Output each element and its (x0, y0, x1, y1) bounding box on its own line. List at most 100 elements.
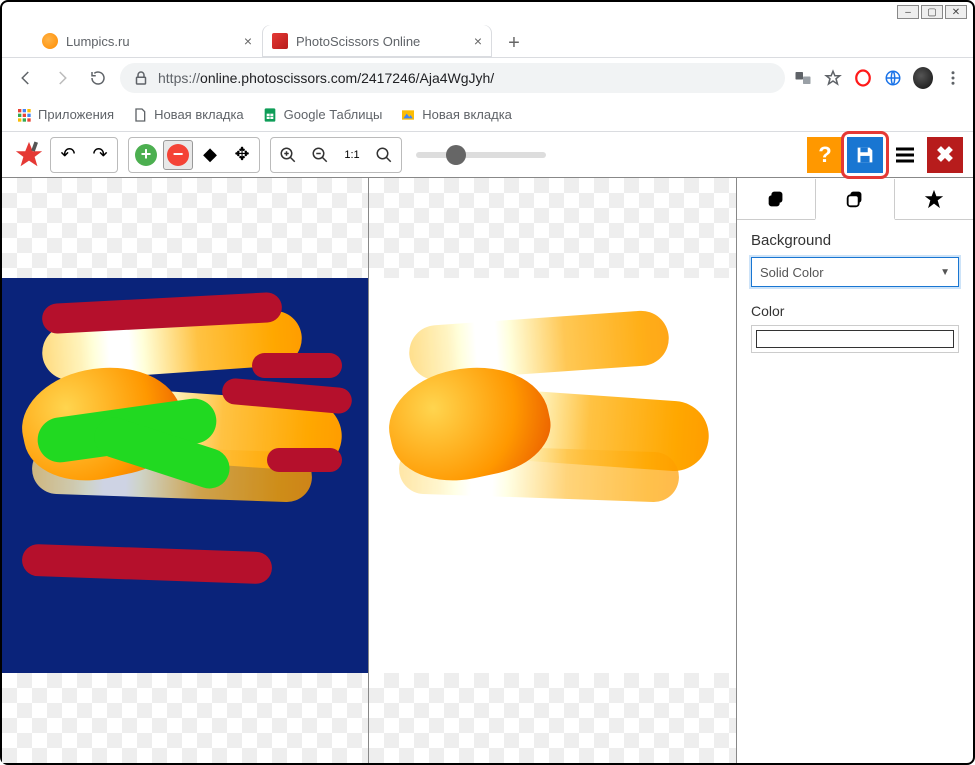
address-bar: https://online.photoscissors.com/2417246… (2, 58, 973, 98)
url-path: online.photoscissors.com/2417246/Aja4WgJ… (200, 70, 494, 86)
zoom-tool-group: 1:1 (270, 137, 402, 173)
stack-filled-icon (765, 188, 787, 210)
hamburger-icon (893, 143, 917, 167)
close-tab-icon[interactable]: × (474, 33, 482, 49)
forward-button[interactable] (48, 64, 76, 92)
foreground-marker-button[interactable]: + (131, 140, 161, 170)
plus-icon: + (135, 144, 157, 166)
background-marker-button[interactable]: − (163, 140, 193, 170)
bookmark-label: Новая вкладка (154, 107, 244, 122)
app-toolbar: ↶ ↷ + − ◆ ✥ 1:1 ? (2, 132, 973, 178)
opera-icon[interactable] (853, 68, 873, 88)
favicon-lumpics (42, 33, 58, 49)
floppy-disk-icon (854, 144, 876, 166)
star-bookmark-icon[interactable] (823, 68, 843, 88)
star-icon (923, 188, 945, 210)
source-image (2, 278, 368, 673)
color-swatch[interactable] (756, 330, 954, 348)
source-canvas[interactable] (2, 178, 369, 763)
history-tool-group: ↶ ↷ (50, 137, 118, 173)
favicon-photoscissors (272, 33, 288, 49)
url-scheme: https:// (158, 70, 200, 86)
bookmark-label: Google Таблицы (284, 107, 383, 122)
color-picker-row (751, 325, 959, 353)
slider-thumb[interactable] (446, 145, 466, 165)
transparency-checker (369, 178, 736, 278)
page-icon (132, 107, 148, 123)
sidebar-tab-rate[interactable] (895, 178, 973, 219)
image-icon (400, 107, 416, 123)
zoom-fit-button[interactable] (369, 140, 399, 170)
reload-icon (89, 69, 107, 87)
tab-label: Lumpics.ru (66, 34, 130, 49)
url-input[interactable]: https://online.photoscissors.com/2417246… (120, 63, 785, 93)
background-mark (267, 448, 342, 472)
brush-size-slider[interactable] (416, 152, 546, 158)
save-button[interactable] (847, 137, 883, 173)
zoom-out-button[interactable] (305, 140, 335, 170)
select-value: Solid Color (760, 265, 824, 280)
reload-button[interactable] (84, 64, 112, 92)
sidebar-tab-foreground[interactable] (737, 178, 815, 219)
arrow-left-icon (17, 69, 35, 87)
apps-icon (16, 107, 32, 123)
zoom-in-button[interactable] (273, 140, 303, 170)
back-button[interactable] (12, 64, 40, 92)
browser-window: – ▢ ✕ Lumpics.ru × PhotoScissors Online … (0, 0, 975, 765)
minus-icon: − (167, 144, 189, 166)
menu-button[interactable] (887, 137, 923, 173)
kebab-menu-icon[interactable] (943, 68, 963, 88)
move-button[interactable]: ✥ (227, 140, 257, 170)
sidebar-tabs (737, 178, 973, 220)
background-type-select[interactable]: Solid Color (751, 257, 959, 287)
arrow-right-icon (53, 69, 71, 87)
bookmark-sheets[interactable]: Google Таблицы (262, 107, 383, 123)
lock-icon (132, 69, 150, 87)
eraser-button[interactable]: ◆ (195, 140, 225, 170)
help-button[interactable]: ? (807, 137, 843, 173)
bookmark-apps[interactable]: Приложения (16, 107, 114, 123)
extension-icons (793, 68, 963, 88)
stack-outline-icon (844, 188, 866, 210)
result-image (369, 278, 736, 673)
new-tab-button[interactable]: + (500, 29, 528, 57)
profile-avatar[interactable] (913, 68, 933, 88)
redo-button[interactable]: ↷ (85, 140, 115, 170)
zoom-actual-button[interactable]: 1:1 (337, 140, 367, 170)
transparency-checker (2, 673, 368, 763)
close-tab-icon[interactable]: × (244, 33, 252, 49)
bookmark-label: Приложения (38, 107, 114, 122)
canvas-area (2, 178, 736, 763)
undo-button[interactable]: ↶ (53, 140, 83, 170)
tab-strip: Lumpics.ru × PhotoScissors Online × + (2, 22, 973, 58)
background-mark (22, 544, 273, 585)
transparency-checker (2, 178, 368, 278)
window-maximize-button[interactable]: ▢ (921, 5, 943, 19)
sheets-icon (262, 107, 278, 123)
result-canvas[interactable] (369, 178, 736, 763)
globe-icon[interactable] (883, 68, 903, 88)
transparency-checker (369, 673, 736, 763)
color-label: Color (751, 303, 959, 319)
background-mark (252, 353, 342, 378)
marker-tool-group: + − ◆ ✥ (128, 137, 260, 173)
bookmark-newtab1[interactable]: Новая вкладка (132, 107, 244, 123)
sidebar: Background Solid Color Color (736, 178, 973, 763)
tab-label: PhotoScissors Online (296, 34, 420, 49)
tab-photoscissors[interactable]: PhotoScissors Online × (262, 25, 492, 57)
window-minimize-button[interactable]: – (897, 5, 919, 19)
sidebar-body: Background Solid Color Color (737, 220, 973, 363)
app-close-button[interactable]: ✖ (927, 137, 963, 173)
translate-icon[interactable] (793, 68, 813, 88)
window-close-button[interactable]: ✕ (945, 5, 967, 19)
background-section-label: Background (751, 232, 959, 249)
tab-lumpics[interactable]: Lumpics.ru × (32, 25, 262, 57)
window-titlebar: – ▢ ✕ (2, 2, 973, 22)
app-logo-icon[interactable] (12, 138, 46, 172)
bookmark-newtab2[interactable]: Новая вкладка (400, 107, 512, 123)
bookmarks-bar: Приложения Новая вкладка Google Таблицы … (2, 98, 973, 132)
toolbar-right: ? ✖ (807, 137, 963, 173)
sidebar-tab-background[interactable] (815, 179, 895, 220)
bookmark-label: Новая вкладка (422, 107, 512, 122)
app-main: Background Solid Color Color (2, 178, 973, 763)
